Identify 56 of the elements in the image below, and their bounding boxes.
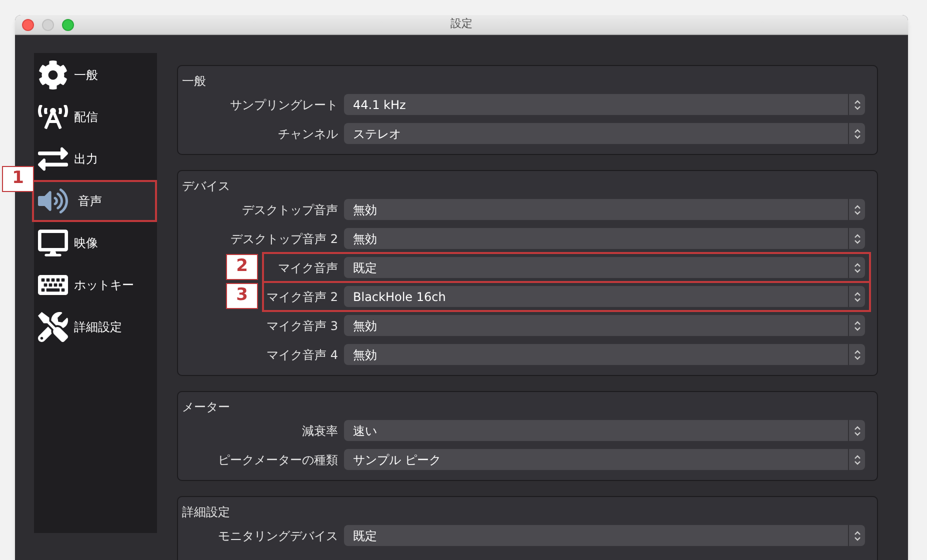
dropdown-select[interactable]: 既定 bbox=[344, 525, 865, 546]
stepper-icon bbox=[854, 530, 860, 542]
sidebar-item[interactable]: 配信 bbox=[34, 96, 157, 138]
sidebar-item[interactable]: 映像 bbox=[34, 222, 157, 264]
stepper-icon bbox=[854, 348, 860, 360]
window-title: 設定 bbox=[450, 16, 472, 32]
sidebar-item[interactable]: 出力 bbox=[34, 138, 157, 180]
stepper-icon bbox=[854, 204, 860, 216]
stepper-icon bbox=[854, 454, 860, 466]
antenna-icon bbox=[38, 102, 68, 132]
tools-icon bbox=[38, 312, 68, 342]
dropdown-select[interactable]: 44.1 kHz bbox=[344, 94, 865, 115]
stepper-icon bbox=[854, 290, 860, 302]
field-label: マイク音声 2 bbox=[266, 288, 338, 306]
dropdown-select[interactable]: BlackHole 16ch bbox=[344, 286, 865, 307]
stepper-icon bbox=[854, 320, 860, 332]
callout-number: 2 bbox=[226, 254, 258, 280]
field-label: マイク音声 3 bbox=[266, 318, 338, 334]
dropdown-select[interactable]: 無効 bbox=[344, 228, 865, 249]
stepper-icon bbox=[854, 424, 860, 436]
dropdown-select[interactable]: サンプル ピーク bbox=[344, 449, 865, 470]
stepper-icon bbox=[854, 232, 860, 244]
close-icon[interactable] bbox=[22, 19, 34, 31]
sidebar-item[interactable]: 詳細設定 bbox=[34, 306, 157, 348]
field-label: マイク音声 bbox=[278, 260, 338, 276]
field-label: モニタリングデバイス bbox=[218, 528, 338, 544]
callout-number: 3 bbox=[226, 283, 258, 309]
dropdown-select[interactable]: 無効 bbox=[344, 199, 865, 220]
group-title: デバイス bbox=[182, 178, 230, 195]
field-label: ピークメーターの種類 bbox=[218, 452, 338, 468]
minimize-icon[interactable] bbox=[42, 19, 54, 31]
dropdown-select[interactable]: 速い bbox=[344, 420, 865, 441]
group-title: 一般 bbox=[182, 73, 206, 90]
dropdown-select[interactable]: 無効 bbox=[344, 344, 865, 365]
field-label: マイク音声 4 bbox=[266, 346, 338, 364]
dropdown-select[interactable]: 無効 bbox=[344, 315, 865, 336]
group-title: 詳細設定 bbox=[182, 504, 230, 521]
sidebar-item[interactable]: 音声 bbox=[32, 180, 157, 222]
dropdown-select[interactable]: 既定 bbox=[344, 257, 865, 278]
stepper-icon bbox=[854, 262, 860, 274]
sidebar-item[interactable]: ホットキー bbox=[34, 264, 157, 306]
field-label: サンプリングレート bbox=[230, 96, 338, 114]
zoom-icon[interactable] bbox=[62, 19, 74, 31]
speaker-icon bbox=[38, 186, 68, 216]
field-label: デスクトップ音声 2 bbox=[230, 230, 338, 248]
stepper-icon bbox=[854, 128, 860, 140]
sidebar-item[interactable]: 一般 bbox=[34, 54, 157, 96]
group-title: メーター bbox=[182, 399, 230, 416]
field-label: チャンネル bbox=[278, 126, 338, 142]
callout-number: 1 bbox=[2, 166, 34, 192]
monitor-icon bbox=[38, 228, 68, 258]
stepper-icon bbox=[854, 98, 860, 110]
field-label: 減衰率 bbox=[302, 422, 338, 440]
gear-icon bbox=[38, 60, 68, 90]
dropdown-select[interactable]: ステレオ bbox=[344, 123, 865, 144]
field-label: デスクトップ音声 bbox=[242, 202, 338, 218]
